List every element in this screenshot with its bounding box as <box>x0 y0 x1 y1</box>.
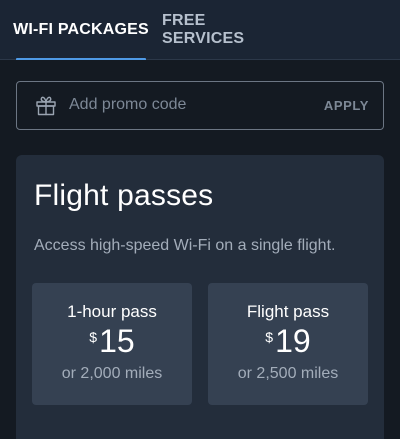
promo-code-field: APPLY <box>16 81 384 130</box>
tab-free-services-label: FREE SERVICES <box>162 12 245 47</box>
one-hour-pass-option[interactable]: 1-hour pass $ 15 or 2,000 miles <box>32 283 192 405</box>
pass-miles: or 2,000 miles <box>61 365 163 382</box>
currency-symbol: $ <box>89 329 98 345</box>
flight-passes-description: Access high-speed Wi-Fi on a single flig… <box>34 237 336 254</box>
flight-passes-title: Flight passes <box>34 179 214 212</box>
pass-name: Flight pass <box>246 302 330 321</box>
pass-miles: or 2,500 miles <box>237 365 339 382</box>
price-amount: 19 <box>275 323 311 359</box>
tab-wifi-packages[interactable]: WI-FI PACKAGES <box>0 0 162 61</box>
tab-wifi-packages-label: WI-FI PACKAGES <box>13 21 149 38</box>
pass-name: 1-hour pass <box>67 302 157 321</box>
tab-free-services[interactable]: FREE SERVICES <box>162 0 292 60</box>
promo-code-input[interactable] <box>69 90 309 120</box>
pass-price: $ 19 <box>208 323 368 359</box>
flight-pass-option[interactable]: Flight pass $ 19 or 2,500 miles <box>208 283 368 405</box>
main-content: APPLY Flight passes Access high-speed Wi… <box>0 60 400 439</box>
pass-price: $ 15 <box>32 323 192 359</box>
gift-icon <box>36 96 56 116</box>
apply-button[interactable]: APPLY <box>324 90 369 120</box>
price-amount: 15 <box>99 323 135 359</box>
flight-passes-card: Flight passes Access high-speed Wi-Fi on… <box>16 155 384 439</box>
currency-symbol: $ <box>265 329 274 345</box>
tab-bar: WI-FI PACKAGES FREE SERVICES <box>0 0 400 61</box>
